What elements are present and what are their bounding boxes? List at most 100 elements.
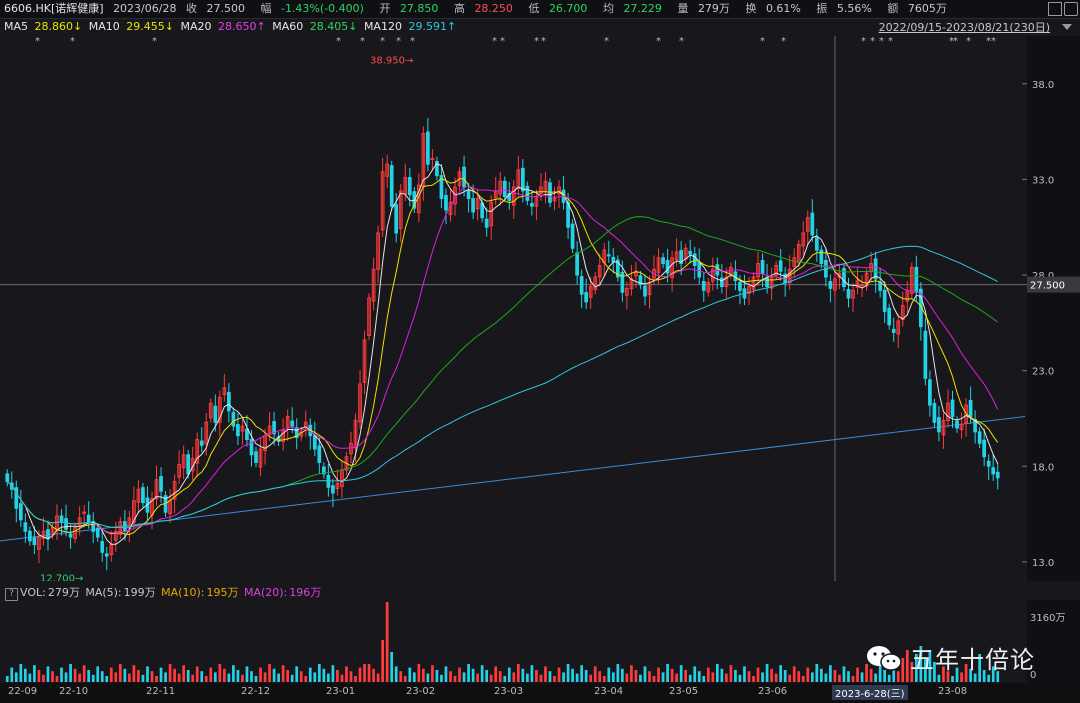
- event-star-icon: *: [604, 36, 609, 47]
- volume-bar: [675, 673, 678, 682]
- event-star-icon: *: [953, 36, 958, 47]
- open-value: 27.850: [399, 2, 439, 15]
- event-star-icon: *: [534, 36, 539, 47]
- volume-bar: [851, 676, 855, 682]
- volume-bar: [553, 676, 556, 682]
- volume-bar: [657, 667, 660, 682]
- volume-bar: [313, 672, 317, 682]
- volume-bar: [539, 674, 543, 682]
- volume-bar: [37, 670, 41, 682]
- event-star-icon: *: [888, 36, 893, 47]
- candle-body: [914, 266, 919, 293]
- volume-bar: [485, 670, 489, 682]
- volume-bar: [408, 667, 412, 682]
- event-star-icon: *: [492, 36, 497, 47]
- date-range[interactable]: 2022/09/15-2023/08/21(230日): [879, 19, 1050, 35]
- candle-body: [579, 276, 584, 295]
- candle-body: [778, 260, 783, 272]
- price-axis-bg: [1027, 36, 1080, 581]
- open-field: 开 27.850: [379, 2, 444, 15]
- vol-ma10-value: 195万: [206, 586, 239, 599]
- amplitude-value: 5.56%: [836, 2, 872, 15]
- volume-bar: [222, 668, 226, 682]
- volume-bar: [729, 665, 733, 682]
- change-value: -1.43%(-0.400): [280, 2, 364, 15]
- volume-bar: [123, 668, 127, 682]
- event-star-icon: *: [70, 36, 75, 47]
- window-icon[interactable]: [1048, 2, 1062, 16]
- vol-ma20-label: MA(20):: [243, 586, 288, 599]
- candle-body: [100, 541, 105, 553]
- volume-bar: [557, 667, 561, 682]
- volume-bar: [412, 672, 416, 682]
- volume-bar: [743, 666, 746, 682]
- volume-bar: [752, 676, 755, 682]
- candle-body: [584, 292, 589, 303]
- candle-body: [928, 379, 932, 406]
- candle-body: [611, 256, 616, 263]
- volume-bar: [530, 665, 534, 682]
- candle-body: [977, 431, 982, 444]
- volume-bar: [856, 667, 859, 682]
- x-axis-label: 23-06: [758, 686, 788, 697]
- candle-body: [484, 218, 489, 228]
- volume-bar: [625, 673, 629, 682]
- volume-bar: [137, 670, 140, 682]
- volume-bar: [141, 674, 145, 682]
- price-tick-label: 38.0: [1032, 80, 1054, 91]
- candle-body: [317, 445, 322, 463]
- low-value: 26.700: [548, 2, 588, 15]
- candle-body: [697, 261, 702, 278]
- volume-bar: [607, 667, 611, 682]
- volume-bar: [109, 667, 113, 682]
- volume-bar: [444, 666, 448, 682]
- candle-body: [23, 522, 28, 532]
- candle-body: [606, 254, 611, 257]
- symbol-label[interactable]: 6606.HK[诺辉健康]: [4, 2, 104, 15]
- candle-body: [32, 537, 37, 546]
- volume-bar: [643, 666, 647, 682]
- candle-body: [955, 420, 959, 429]
- candle-body: [407, 177, 412, 196]
- candle-body: [828, 281, 833, 289]
- vol-ma5-label: MA(5):: [85, 586, 122, 599]
- volume-bar: [471, 668, 475, 682]
- dropdown-icon[interactable]: [1061, 22, 1073, 32]
- event-star-icon: *: [991, 36, 996, 47]
- price-tick-label: 33.0: [1032, 175, 1054, 186]
- volume-bar: [209, 667, 213, 682]
- volume-bar: [372, 668, 375, 682]
- high-annotation: 38.950→: [370, 56, 413, 67]
- high-field: 高 28.250: [454, 2, 519, 15]
- x-axis: 22-09 22-10 22-11 22-12 23-01 23-02 23-03 23-04…: [0, 683, 1080, 703]
- candle-body: [236, 424, 240, 437]
- event-star-icon: *: [879, 36, 884, 47]
- volume-label: 量: [677, 2, 689, 15]
- volume-bars: [5, 602, 1000, 682]
- volume-bar: [336, 670, 339, 682]
- volume-bar: [128, 673, 131, 682]
- candle-body: [213, 405, 218, 423]
- event-star-icon: *: [966, 36, 971, 47]
- volume-bar: [693, 666, 697, 682]
- wechat-icon: [867, 645, 902, 671]
- volume-bar: [19, 664, 23, 682]
- open-label: 开: [379, 2, 391, 15]
- volume-bar: [96, 666, 100, 682]
- vol-ma10-label: MA(10):: [161, 586, 205, 599]
- candle-body: [846, 289, 851, 299]
- volume-bar: [770, 668, 773, 682]
- volume-bar: [860, 672, 864, 682]
- volume-field: 量 279万: [677, 2, 736, 15]
- volume-value: 279万: [697, 2, 730, 15]
- candle-body: [937, 417, 941, 433]
- price-chart[interactable]: * * * * * * * * * * * * * * * * * * * * * * * * * *38.950→12.700→…: [0, 36, 1080, 581]
- volume-bar: [734, 670, 737, 682]
- volume-bar: [630, 665, 633, 682]
- volume-bar: [105, 676, 109, 682]
- vol-ma5-value: 199万: [123, 586, 156, 599]
- volume-bar: [756, 667, 760, 682]
- candle-body: [122, 521, 127, 532]
- volume-bar: [548, 671, 552, 682]
- layout-icon[interactable]: [1064, 2, 1078, 16]
